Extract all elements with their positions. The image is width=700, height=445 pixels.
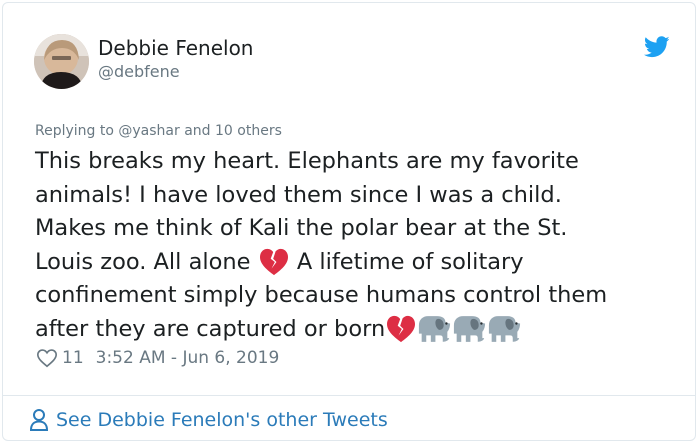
elephant-icon xyxy=(454,315,486,342)
tweet-text: This breaks my heart. Elephants are my f… xyxy=(35,145,675,346)
tweet-line-part: Louis zoo. All alone xyxy=(35,248,251,275)
person-icon xyxy=(29,409,49,431)
tweet-line: confinement simply because humans contro… xyxy=(35,282,608,308)
tweet-line: This breaks my heart. Elephants are my f… xyxy=(35,148,579,174)
reply-prefix: Replying to xyxy=(35,123,114,139)
tweet-line: Makes me think of Kali the polar bear at… xyxy=(35,215,568,241)
tweet-card: Debbie Fenelon @debfene Replying to @yas… xyxy=(2,2,696,441)
broken-heart-icon xyxy=(387,315,416,342)
see-other-tweets-label[interactable]: See Debbie Fenelon's other Tweets xyxy=(56,409,388,431)
elephant-icon xyxy=(489,315,521,342)
divider xyxy=(3,395,695,396)
avatar[interactable] xyxy=(34,34,89,89)
reply-others-link[interactable]: and 10 others xyxy=(184,123,282,139)
like-count[interactable]: 11 xyxy=(62,348,84,368)
reply-mention-link[interactable]: @yashar xyxy=(118,123,179,139)
tweet-meta: 11 3:52 AM - Jun 6, 2019 xyxy=(36,347,279,369)
tweet-line: Louis zoo. All alone A lifetime of solit… xyxy=(35,246,675,280)
elephant-icon xyxy=(419,315,451,342)
tweet-line: animals! I have loved them since I was a… xyxy=(35,181,562,208)
heart-outline-icon[interactable] xyxy=(36,347,58,369)
tweet-line-part: A lifetime of solitary xyxy=(296,248,524,275)
tweet-line-part: after they are captured or born xyxy=(35,315,386,342)
author-handle[interactable]: @debfene xyxy=(98,62,180,81)
twitter-bird-icon[interactable] xyxy=(644,36,670,58)
tweet-line: after they are captured or born xyxy=(35,313,675,347)
author-name[interactable]: Debbie Fenelon xyxy=(98,36,253,60)
broken-heart-icon xyxy=(259,248,288,275)
timestamp-link[interactable]: 3:52 AM - Jun 6, 2019 xyxy=(96,348,280,368)
reply-context: Replying to @yashar and 10 others xyxy=(35,123,282,139)
see-other-tweets-link[interactable]: See Debbie Fenelon's other Tweets xyxy=(29,408,388,432)
